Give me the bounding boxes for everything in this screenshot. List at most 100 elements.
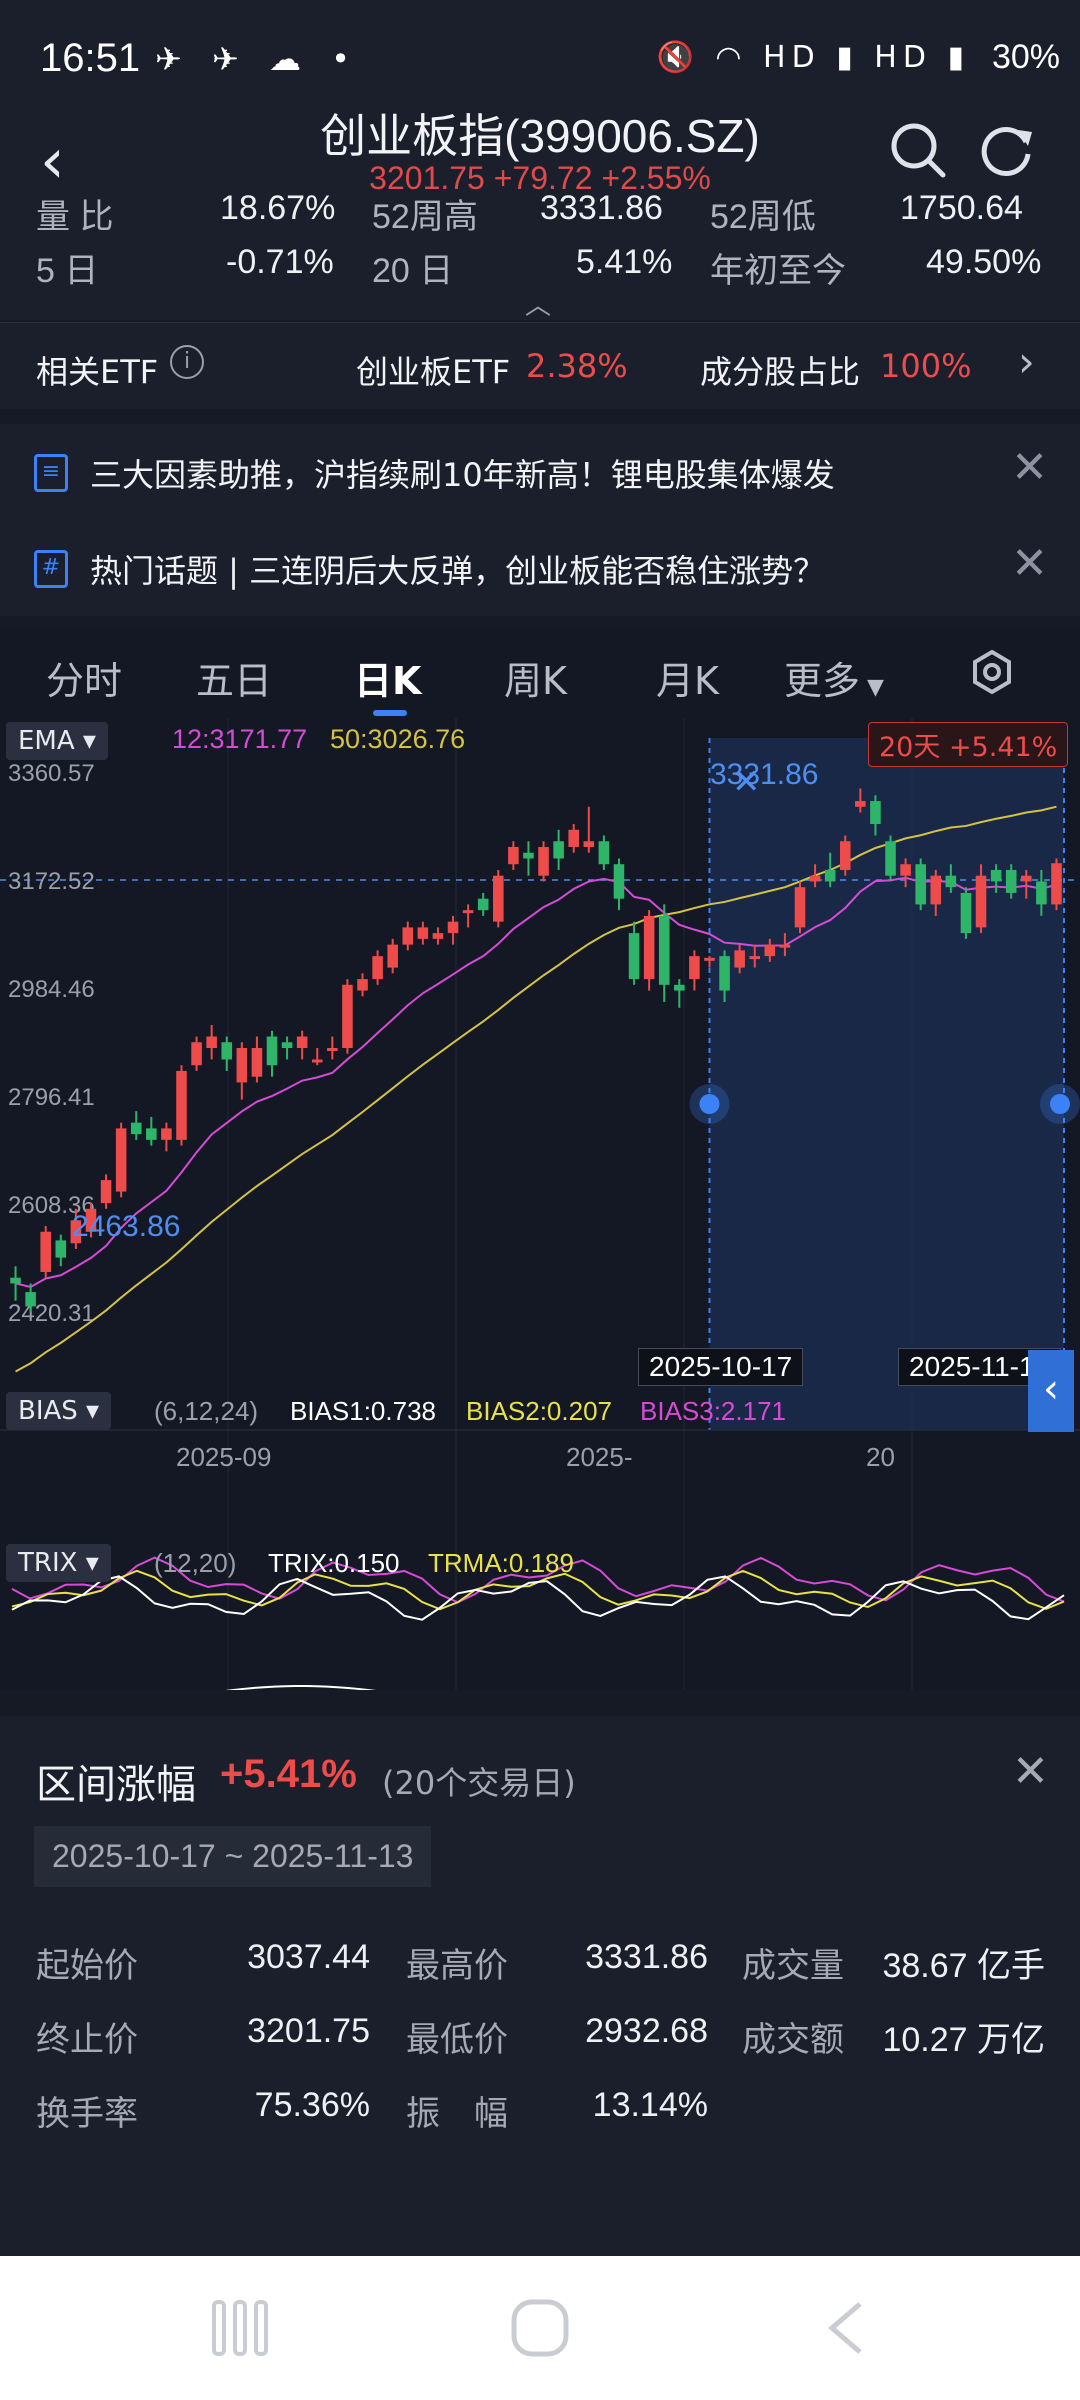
tab-intraday[interactable]: 分时 xyxy=(46,650,122,705)
tab-monthly-k[interactable]: 月K xyxy=(656,650,719,705)
candle xyxy=(930,875,942,905)
x-tick-label: 2025-09 xyxy=(176,1442,271,1472)
search-icon[interactable] xyxy=(888,120,948,180)
x-tick-label: 20 xyxy=(866,1442,895,1472)
bias2-value: BIAS2:0.207 xyxy=(466,1396,612,1426)
bias-params: (6,12,24) xyxy=(154,1396,259,1426)
candle xyxy=(387,944,398,968)
candle xyxy=(115,1128,127,1192)
trix-line xyxy=(225,1685,377,1690)
ratio-label: 成分股占比 xyxy=(700,353,861,391)
stat-value: 18.67% xyxy=(220,195,336,227)
active-tab-indicator xyxy=(373,710,407,716)
chevron-up-icon[interactable]: ︿ xyxy=(525,285,551,320)
chevron-right-icon[interactable]: › xyxy=(1018,337,1035,386)
etf-name: 创业板ETF xyxy=(356,353,511,391)
candle xyxy=(432,933,444,939)
info-icon[interactable]: i xyxy=(170,345,204,379)
candle xyxy=(176,1070,187,1140)
close-icon[interactable]: ✕ xyxy=(1011,442,1048,493)
candle xyxy=(146,1128,157,1140)
turnover-amount-value: 10.27 万亿 xyxy=(882,2021,1045,2059)
close-icon[interactable]: ✕ xyxy=(1011,538,1048,589)
candle xyxy=(719,956,730,991)
y-tick-label: 2420.31 xyxy=(8,1300,95,1327)
end-price-label: 终止价 xyxy=(36,2020,138,2060)
low-marker: 2463.86 xyxy=(72,1210,181,1243)
candle xyxy=(342,984,353,1048)
close-selection-icon[interactable]: ✕ xyxy=(732,762,761,802)
home-icon[interactable] xyxy=(510,2298,570,2358)
stat-label: 年初至今 xyxy=(710,252,846,290)
stat-label: 量 比 xyxy=(36,198,114,236)
news-text: 三大因素助推，沪指续刷10年新高！锂电股集体爆发 xyxy=(90,456,835,494)
candle xyxy=(10,1277,21,1284)
candlestick-chart[interactable]: 3360.573172.522984.462796.412608.362420.… xyxy=(0,718,1080,1690)
y-tick-label: 2984.46 xyxy=(8,976,95,1003)
candle xyxy=(779,944,791,948)
settings-icon[interactable] xyxy=(970,650,1014,694)
y-tick-label: 3172.52 xyxy=(8,868,95,895)
stat-value: 5.41% xyxy=(576,243,673,281)
candle xyxy=(794,887,806,928)
ratio-value: 100% xyxy=(880,347,972,385)
end-price-value: 3201.75 xyxy=(247,2012,370,2050)
news-item[interactable]: ≡ 三大因素助推，沪指续刷10年新高！锂电股集体爆发 ✕ xyxy=(0,424,1080,520)
y-tick-label: 2796.41 xyxy=(8,1084,95,1111)
tab-weekly-k[interactable]: 周K xyxy=(504,650,567,705)
battery-level: 30% xyxy=(991,38,1060,76)
recent-apps-icon[interactable] xyxy=(210,2298,270,2358)
candle xyxy=(960,892,972,934)
candle xyxy=(674,984,685,991)
candle xyxy=(538,846,549,876)
tab-more-label: 更多 xyxy=(784,659,861,703)
close-icon[interactable]: ✕ xyxy=(1012,1746,1049,1797)
candle xyxy=(885,841,896,876)
candle xyxy=(1005,869,1017,893)
news-text: 热门话题 | 三连阴后大反弹，创业板能否稳住涨势？ xyxy=(90,552,826,590)
tab-five-day[interactable]: 五日 xyxy=(196,650,272,705)
low-price-label: 最低价 xyxy=(406,2020,508,2060)
trix-label: TRIX xyxy=(18,1548,78,1578)
back-nav-icon[interactable] xyxy=(820,2298,870,2358)
selection-handle-left xyxy=(699,1094,720,1114)
high-price-label: 最高价 xyxy=(406,1946,508,1986)
candle xyxy=(357,979,368,991)
candle xyxy=(553,841,564,859)
etf-row[interactable]: 相关ETF i 创业板ETF 2.38% 成分股占比 100% › xyxy=(0,322,1080,409)
candle xyxy=(689,956,700,980)
selection-start-date: 2025-10-17 xyxy=(638,1348,804,1386)
volume-value: 38.67 亿手 xyxy=(882,1947,1045,1985)
etf-label: 相关ETF xyxy=(36,353,159,391)
candle xyxy=(206,1036,217,1048)
candle xyxy=(945,875,957,888)
range-summary: 区间涨幅 +5.41% (20个交易日) ✕ 2025-10-17 ~ 2025… xyxy=(0,1716,1080,2256)
candle xyxy=(975,875,987,928)
candle xyxy=(704,957,715,961)
range-badge: 20天 +5.41% xyxy=(868,722,1069,767)
turnover-amount-label: 成交额 xyxy=(742,2020,844,2060)
tab-more[interactable]: 更多 ▼ xyxy=(784,650,884,705)
ema-selector[interactable]: EMA ▾ xyxy=(6,722,108,760)
turnover-rate-label: 换手率 xyxy=(36,2094,138,2134)
refresh-icon[interactable] xyxy=(978,120,1038,180)
candle xyxy=(990,869,1002,882)
high-marker: 3331.86 xyxy=(710,758,819,791)
ema50-value: 50:3026.76 xyxy=(330,724,466,754)
summary-change: +5.41% xyxy=(220,1752,357,1796)
bias3-value: BIAS3:2.171 xyxy=(640,1396,786,1426)
news-item[interactable]: # 热门话题 | 三连阴后大反弹，创业板能否稳住涨势？ ✕ xyxy=(0,520,1080,616)
candle xyxy=(462,910,474,914)
candle xyxy=(236,1047,248,1083)
stat-value: 3331.86 xyxy=(540,195,663,227)
collapse-handle[interactable]: ‹ xyxy=(1028,1350,1074,1432)
candle xyxy=(870,801,881,825)
candle xyxy=(100,1180,112,1204)
trix-selector[interactable]: TRIX ▾ xyxy=(6,1544,111,1582)
summary-days: (20个交易日) xyxy=(382,1764,576,1802)
candle xyxy=(915,864,926,905)
tab-daily-k[interactable]: 日K xyxy=(354,650,421,705)
candle xyxy=(734,950,745,968)
bias-selector[interactable]: BIAS ▾ xyxy=(6,1392,112,1430)
candle xyxy=(25,1292,36,1307)
